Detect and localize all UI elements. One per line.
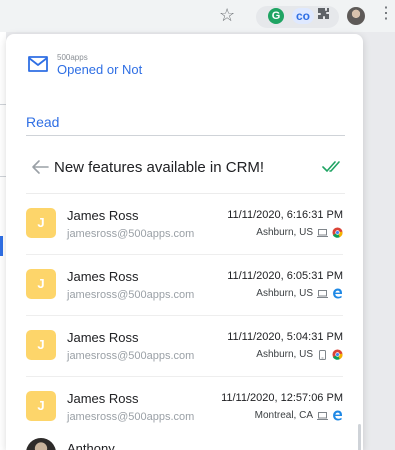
brand-company: 500apps bbox=[57, 53, 88, 62]
open-details: Ashburn, US bbox=[256, 288, 343, 299]
recipient-email: jamesross@500apps.com bbox=[67, 289, 195, 301]
open-details: Montreal, CA bbox=[255, 410, 343, 421]
open-details: Ashburn, US bbox=[256, 349, 343, 360]
recipient-email: jamesross@500apps.com bbox=[67, 350, 195, 362]
email-subject: New features available in CRM! bbox=[54, 159, 265, 176]
puzzle-icon[interactable] bbox=[317, 7, 330, 23]
list-item[interactable]: J James Ross jamesross@500apps.com 11/11… bbox=[26, 316, 343, 377]
profile-avatar[interactable] bbox=[347, 7, 365, 25]
recipient-email: jamesross@500apps.com bbox=[67, 411, 195, 423]
list-item[interactable]: J James Ross jamesross@500apps.com 11/11… bbox=[26, 194, 343, 255]
open-location: Ashburn, US bbox=[256, 227, 313, 238]
recipient-name: James Ross bbox=[67, 330, 139, 345]
open-location: Ashburn, US bbox=[256, 349, 313, 360]
chrome-icon bbox=[332, 349, 343, 360]
avatar bbox=[26, 438, 56, 450]
star-icon[interactable]: ☆ bbox=[219, 5, 235, 25]
scrollbar[interactable] bbox=[358, 424, 361, 450]
tab-read[interactable]: Read bbox=[26, 114, 59, 130]
tab-underline bbox=[26, 135, 345, 136]
avatar: J bbox=[26, 330, 56, 360]
edge-icon bbox=[333, 410, 342, 421]
co-icon[interactable]: co bbox=[292, 8, 314, 24]
list-item[interactable]: Anthony bbox=[26, 438, 346, 450]
avatar: J bbox=[26, 208, 56, 238]
phone-icon bbox=[319, 349, 326, 360]
recipient-name: Anthony bbox=[67, 441, 115, 450]
open-details: Ashburn, US bbox=[256, 227, 343, 238]
laptop-icon bbox=[317, 411, 328, 420]
kebab-menu-icon[interactable]: ⋮ bbox=[378, 5, 394, 23]
open-timestamp: 11/11/2020, 5:04:31 PM bbox=[227, 331, 343, 343]
back-arrow-icon[interactable] bbox=[30, 158, 50, 176]
recipient-name: James Ross bbox=[67, 269, 139, 284]
open-location: Montreal, CA bbox=[254, 410, 313, 421]
chrome-icon bbox=[332, 227, 343, 238]
laptop-icon bbox=[317, 228, 328, 237]
open-timestamp: 11/11/2020, 6:16:31 PM bbox=[227, 209, 343, 221]
recipient-list: J James Ross jamesross@500apps.com 11/11… bbox=[6, 194, 363, 437]
list-item[interactable]: J James Ross jamesross@500apps.com 11/11… bbox=[26, 377, 343, 437]
open-location: Ashburn, US bbox=[256, 288, 313, 299]
avatar: J bbox=[26, 391, 56, 421]
list-item[interactable]: J James Ross jamesross@500apps.com 11/11… bbox=[26, 255, 343, 316]
page-accent-bar bbox=[0, 236, 3, 256]
open-timestamp: 11/11/2020, 6:05:31 PM bbox=[227, 270, 343, 282]
grammarly-icon[interactable]: G bbox=[268, 8, 284, 24]
recipient-email: jamesross@500apps.com bbox=[67, 228, 195, 240]
open-timestamp: 11/11/2020, 12:57:06 PM bbox=[221, 392, 343, 404]
double-check-icon bbox=[322, 161, 340, 173]
recipient-name: James Ross bbox=[67, 208, 139, 223]
mail-logo-icon bbox=[28, 56, 48, 72]
browser-toolbar: ☆ G co ⋮ bbox=[0, 0, 395, 32]
laptop-icon bbox=[317, 289, 328, 298]
extension-popup: 500apps Opened or Not Read New features … bbox=[6, 34, 363, 450]
recipient-name: James Ross bbox=[67, 391, 139, 406]
avatar: J bbox=[26, 269, 56, 299]
brand-title: Opened or Not bbox=[57, 62, 143, 77]
edge-icon bbox=[333, 288, 342, 299]
